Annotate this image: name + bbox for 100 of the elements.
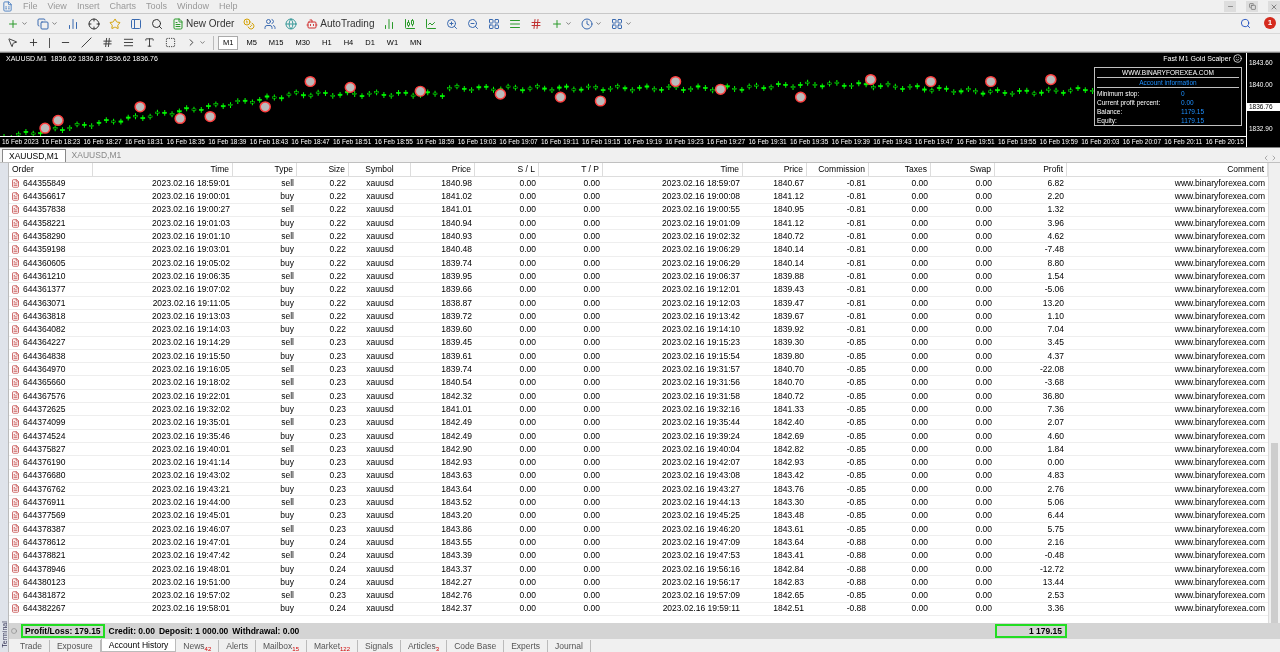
- table-cell-text: 0.23: [328, 524, 347, 534]
- table-cell-text: 0.00: [518, 471, 537, 480]
- table-cell-text: sell: [280, 551, 295, 560]
- terminal-tab[interactable]: Articles$_{3}$: [400, 640, 448, 652]
- column-header[interactable]: Time: [93, 163, 233, 176]
- table-cell-text: 0.23: [328, 444, 347, 454]
- table-cell-text: 0.00: [518, 245, 537, 254]
- table-cell-text: 1842.32: [440, 391, 473, 401]
- table-cell-text: xauusd: [365, 537, 395, 547]
- table-cell: 644363071: [23, 298, 66, 308]
- terminal-tab[interactable]: Code Base: [447, 640, 505, 652]
- table-cell-text: xauusd: [365, 325, 395, 334]
- terminal-tab[interactable]: Account History: [100, 639, 177, 652]
- layout-grid-icon: [611, 17, 624, 30]
- table-cell-text: 2023.02.16 19:57:09: [661, 591, 741, 600]
- terminal-tab[interactable]: Alerts: [219, 640, 257, 652]
- table-cell-text: -0.81: [845, 325, 867, 334]
- profit-loss: Profit/Loss: 179.15: [21, 624, 105, 638]
- terminal-tab[interactable]: Market$_{122}$: [307, 640, 358, 652]
- table-cell-text: 1840.54: [440, 378, 473, 387]
- table-cell-text: 0.00: [582, 325, 601, 334]
- column-header[interactable]: Symbol: [349, 163, 411, 176]
- table-cell-text: 1841.01: [440, 404, 473, 414]
- table-cell-text: xauusd: [365, 551, 395, 560]
- table-cell-text: www.binaryforexea.com: [1173, 591, 1266, 600]
- notification-badge[interactable]: 1: [1264, 16, 1276, 29]
- column-header[interactable]: Commission: [807, 163, 869, 176]
- table-cell-text: 2023.02.16 19:46:07: [151, 524, 231, 534]
- new-order-button[interactable]: New Order: [169, 14, 238, 33]
- table-cell-text: 2023.02.16 19:14:10: [661, 325, 741, 334]
- terminal-tab[interactable]: Journal: [548, 640, 591, 652]
- document-icon: [11, 471, 20, 481]
- table-cell-text: 1839.72: [440, 311, 473, 321]
- column-header[interactable]: Price: [743, 163, 807, 176]
- crosshair-icon: [88, 17, 100, 30]
- auto-trading-button[interactable]: AutoTrading: [303, 14, 378, 33]
- table-cell-text: 2023.02.16 19:35:46: [151, 431, 231, 441]
- column-header[interactable]: Order: [9, 163, 93, 176]
- table-cell-text: 0.00: [582, 498, 601, 507]
- column-header[interactable]: Type: [233, 163, 297, 176]
- table-cell-text: 1839.45: [440, 338, 473, 347]
- document-icon: [11, 418, 20, 427]
- table-cell-text: 0.00: [582, 378, 601, 387]
- table-cell-text: 0.00: [518, 591, 537, 600]
- table-cell-text: 0.00: [974, 192, 993, 201]
- table-cell-text: 0.00: [910, 378, 929, 387]
- table-cell-text: 0.00: [518, 192, 537, 201]
- scrollbar[interactable]: [1268, 163, 1280, 623]
- document-icon: [11, 577, 20, 587]
- column-header[interactable]: Size: [297, 163, 349, 176]
- column-header[interactable]: S / L: [475, 163, 539, 176]
- table-cell-text: 0.00: [974, 205, 993, 214]
- scroll-left-icon[interactable]: [1262, 154, 1270, 162]
- scroll-right-icon[interactable]: [1270, 154, 1278, 162]
- column-header[interactable]: Swap: [931, 163, 995, 176]
- table-cell-text: -5.06: [1043, 285, 1065, 294]
- table-cell-text: 1843.48: [772, 511, 805, 520]
- table-cell-text: www.binaryforexea.com: [1173, 498, 1266, 507]
- terminal-tab[interactable]: Exposure: [49, 640, 101, 652]
- table-cell-text: 0.00: [518, 285, 537, 294]
- table-cell-text: 1840.14: [772, 245, 805, 254]
- terminal-tab[interactable]: Trade: [13, 640, 50, 652]
- square-dashed-icon: [165, 37, 176, 48]
- table-cell-text: 0.00: [974, 551, 993, 560]
- table-cell-text: www.binaryforexea.com: [1173, 404, 1266, 414]
- terminal-tab[interactable]: News$_{42}$: [176, 640, 220, 652]
- document-icon: [11, 497, 20, 507]
- close-button[interactable]: [1268, 1, 1280, 12]
- column-header[interactable]: Taxes: [869, 163, 931, 176]
- table-cell: 644367576: [23, 391, 66, 401]
- column-header[interactable]: Time: [603, 163, 743, 176]
- table-cell-text: 2023.02.16 18:59:01: [151, 178, 231, 188]
- chart-tab[interactable]: XAUUSD,M1: [2, 149, 66, 162]
- column-header[interactable]: T / P: [539, 163, 603, 176]
- table-cell-text: 2023.02.16 19:41:14: [151, 458, 231, 467]
- terminal-tab[interactable]: Experts: [504, 640, 548, 652]
- table-cell-text: 0.00: [582, 511, 601, 520]
- minimize-button[interactable]: [1224, 1, 1236, 12]
- terminal-tab[interactable]: Signals: [358, 640, 401, 652]
- table-cell-text: www.binaryforexea.com: [1173, 365, 1266, 374]
- table-cell-text: 0.00: [518, 404, 537, 414]
- table-cell-text: -3.68: [1043, 378, 1065, 387]
- terminal-tab[interactable]: Mailbox$_{15}$: [256, 640, 307, 652]
- table-cell-text: xauusd: [365, 232, 395, 241]
- table-cell-text: xauusd: [365, 365, 395, 374]
- table-cell-text: 2023.02.16 19:12:03: [661, 298, 741, 308]
- column-header[interactable]: Profit: [995, 163, 1067, 176]
- trade-marker: [304, 75, 316, 88]
- column-header[interactable]: Price: [411, 163, 475, 176]
- restore-button[interactable]: [1246, 1, 1258, 12]
- table-cell-text: 1843.76: [772, 484, 805, 494]
- table-cell-text: 0.23: [328, 351, 347, 361]
- table-cell-text: -0.85: [845, 351, 867, 361]
- table-cell-text: xauusd: [365, 378, 395, 387]
- table-cell: 644357838: [23, 205, 66, 214]
- table-cell-text: 1.10: [1046, 311, 1065, 321]
- search-icon[interactable]: [1240, 18, 1251, 29]
- table-cell-text: 0.00: [582, 338, 601, 347]
- table-cell-text: 0.23: [328, 498, 347, 507]
- table-cell-text: 0.00: [518, 458, 537, 467]
